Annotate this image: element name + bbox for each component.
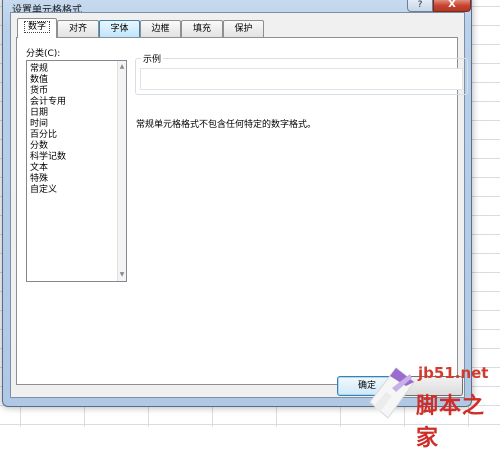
category-scrollbar[interactable]: ▲ ▼ xyxy=(117,61,126,281)
tab-label: 填充 xyxy=(192,24,211,34)
close-button[interactable]: X xyxy=(433,0,471,12)
category-item-special[interactable]: 特殊 xyxy=(30,174,48,185)
category-item-accounting[interactable]: 会计专用 xyxy=(30,97,66,108)
close-icon: X xyxy=(448,0,456,10)
tab-label: 保护 xyxy=(234,24,253,34)
category-item-scientific[interactable]: 科学记数 xyxy=(30,152,66,163)
up-arrow-icon[interactable]: ▲ xyxy=(118,62,126,72)
number-tab-page: 分类(C): 常规 数值 货币 会计专用 日期 时间 百分比 分数 科学记数 文… xyxy=(16,37,468,385)
category-item-general[interactable]: 常规 xyxy=(30,64,48,75)
category-item-custom[interactable]: 自定义 xyxy=(30,185,57,196)
category-item-currency[interactable]: 货币 xyxy=(30,86,48,97)
watermark-name: 脚本之家 xyxy=(416,394,486,451)
sample-preview xyxy=(140,68,463,90)
watermark-url: jb51.net xyxy=(418,364,489,382)
category-list[interactable]: 常规 数值 货币 会计专用 日期 时间 百分比 分数 科学记数 文本 特殊 自定… xyxy=(26,60,127,282)
sample-group: 示例 xyxy=(135,52,468,95)
help-button[interactable]: ? xyxy=(407,0,433,12)
format-cells-dialog: 设置单元格格式 ? X 数字 对齐 字体 边框 填充 保护 分类(C): 常规 … xyxy=(2,0,472,407)
category-item-percentage[interactable]: 百分比 xyxy=(30,130,57,141)
tab-alignment[interactable]: 对齐 xyxy=(57,20,99,37)
sample-label: 示例 xyxy=(141,52,164,65)
tab-number[interactable]: 数字 xyxy=(17,18,57,38)
category-item-date[interactable]: 日期 xyxy=(30,108,48,119)
tab-fill[interactable]: 填充 xyxy=(181,20,223,37)
category-item-fraction[interactable]: 分数 xyxy=(30,141,48,152)
category-item-number[interactable]: 数值 xyxy=(30,75,48,86)
tab-border[interactable]: 边框 xyxy=(140,20,181,37)
tab-protection[interactable]: 保护 xyxy=(223,20,264,37)
category-item-time[interactable]: 时间 xyxy=(30,119,48,130)
dialog-client-area: 数字 对齐 字体 边框 填充 保护 分类(C): 常规 数值 货币 会计专用 日… xyxy=(10,12,468,398)
site-watermark: jb51.net 脚本之家 xyxy=(358,358,500,451)
watermark-logo-icon xyxy=(369,367,415,419)
tab-label: 字体 xyxy=(110,24,129,34)
tab-label: 数字 xyxy=(23,21,50,33)
format-description: 常规单元格格式不包含任何特定的数字格式。 xyxy=(136,120,317,130)
category-item-text[interactable]: 文本 xyxy=(30,163,48,174)
down-arrow-icon[interactable]: ▼ xyxy=(118,270,126,280)
help-icon: ? xyxy=(417,0,423,10)
tab-label: 对齐 xyxy=(68,24,87,34)
tab-font[interactable]: 字体 xyxy=(99,20,140,37)
category-label: 分类(C): xyxy=(26,49,61,59)
tab-label: 边框 xyxy=(151,24,170,34)
